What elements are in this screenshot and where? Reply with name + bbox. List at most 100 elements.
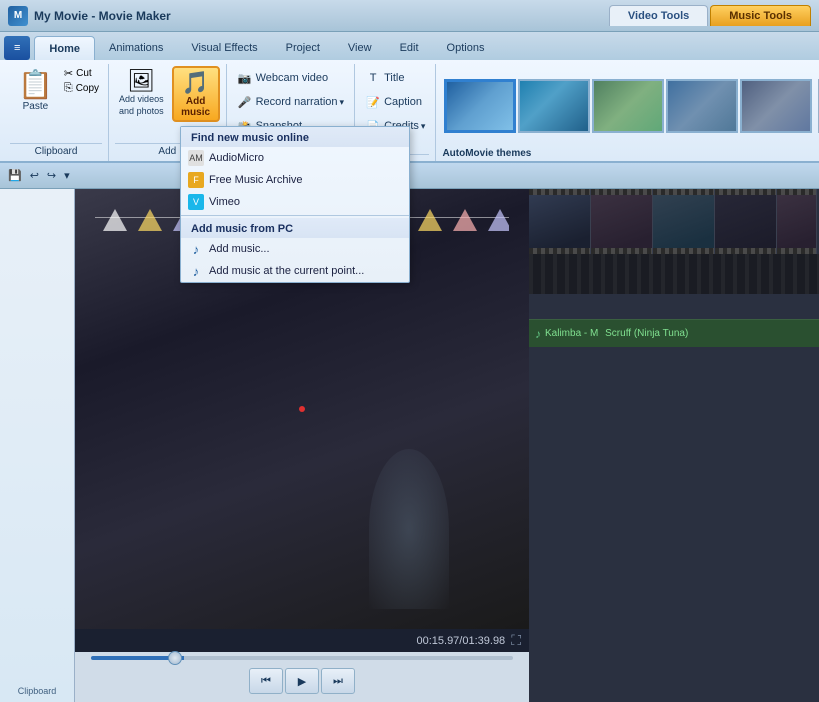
playback-controls: ⏮ ▶ ⏭ [75,664,529,702]
qa-save[interactable]: 💾 [4,167,26,184]
qa-undo[interactable]: ↩ [26,167,43,184]
app-icon: M [8,6,28,26]
qa-redo[interactable]: ↪ [43,167,60,184]
clipboard-group: 📋 Paste ✂ Cut ⎘ Copy Clipboard [4,64,109,161]
film-perforations [529,254,819,294]
caption-button[interactable]: 📝 Caption [361,92,429,112]
vimeo-item[interactable]: V Vimeo [181,191,409,213]
context-tabs: Video Tools Music Tools [609,5,811,26]
theme-thumb-4[interactable] [666,79,738,133]
add-music-icon: 🎵 [182,70,209,96]
tab-file[interactable]: ≡ [4,36,30,60]
fma-item[interactable]: F Free Music Archive [181,169,409,191]
theme-thumb-3[interactable] [592,79,664,133]
timeline-panel: ♪ Kalimba - M Scruff (Ninja Tuna) [529,189,819,702]
add-music-item[interactable]: ♪ Add music... [181,238,409,260]
cut-copy-col: ✂ Cut ⎘ Copy [61,66,102,96]
scrubber-thumb[interactable] [168,651,182,665]
theme-thumb-1[interactable] [444,79,516,133]
filmstrip-row-2 [529,254,819,294]
film-frame-1 [529,189,591,254]
timeline-filmstrip [529,189,819,319]
copy-icon: ⎘ [64,82,73,95]
film-frame-4 [715,189,777,254]
rewind-icon: ⏮ [261,675,271,688]
thumbnail-strip [440,66,818,146]
tab-animations[interactable]: Animations [95,36,177,60]
music-note-icon: ♪ [535,327,541,341]
theme-4-image [668,81,736,131]
title-bar: M My Movie - Movie Maker Video Tools Mus… [0,0,819,32]
figure-silhouette [369,449,449,609]
music-track-text: Kalimba - M Scruff (Ninja Tuna) [545,328,688,339]
cut-icon: ✂ [64,67,73,80]
theme-thumb-5[interactable] [740,79,812,133]
paste-label: Paste [23,101,49,112]
title-button[interactable]: T Title [361,68,429,88]
cut-button[interactable]: ✂ Cut [61,66,102,81]
rewind-button[interactable]: ⏮ [249,668,283,694]
film-frame-3 [653,189,715,254]
expand-icon[interactable]: ⛶ [511,632,521,649]
theme-thumb-2[interactable] [518,79,590,133]
film-frame-5 [777,189,817,254]
filmstrip-row [529,189,819,254]
time-text: 00:15.97/01:39.98 [416,635,505,647]
tab-view[interactable]: View [334,36,386,60]
center-dot [299,406,305,412]
fma-icon: F [187,171,205,189]
time-display: 00:15.97/01:39.98 ⛶ [75,629,529,652]
clipboard-buttons: 📋 Paste ✂ Cut ⎘ Copy [10,64,102,141]
theme-area: ▶ AutoMovie themes [436,64,819,161]
add-music-point-item[interactable]: ♪ Add music at the current point... [181,260,409,282]
theme-strip-row: ▶ [436,64,819,146]
theme-2-image [520,81,588,131]
webcam-icon: 📷 [237,70,253,86]
dropdown-menu: Find new music online AM AudioMicro F Fr… [180,126,410,283]
menu-divider [181,215,409,216]
tab-edit[interactable]: Edit [386,36,433,60]
film-frame-2 [591,189,653,254]
forward-button[interactable]: ⏭ [321,668,355,694]
theme-5-image [742,81,810,131]
add-from-pc-header: Add music from PC [181,218,409,238]
music-tools-tab[interactable]: Music Tools [710,5,811,26]
record-narration-button[interactable]: 🎤 Record narration ▾ [233,92,348,112]
paste-button[interactable]: 📋 Paste [10,66,61,114]
add-videos-icon: 🖼 [127,68,155,94]
clipboard-panel-label: Clipboard [18,686,57,698]
clipboard-panel: Clipboard [0,189,75,702]
paste-icon: 📋 [18,68,53,101]
add-videos-button[interactable]: 🖼 Add videos and photos [115,66,168,119]
forward-icon: ⏭ [333,675,343,688]
theme-3-image [594,81,662,131]
play-icon: ▶ [298,675,306,688]
theme-1-image [447,82,513,130]
scrubber-bar[interactable] [91,656,513,660]
qa-more[interactable]: ▾ [60,167,74,184]
tab-options[interactable]: Options [433,36,499,60]
vimeo-icon: V [187,193,205,211]
automovie-label: AutoMovie themes [436,146,819,161]
scrubber-area [75,652,529,664]
caption-icon: 📝 [365,94,381,110]
add-music-point-icon: ♪ [187,262,205,280]
audiomicro-icon: AM [187,149,205,167]
title-icon: T [365,70,381,86]
tab-home[interactable]: Home [34,36,95,60]
clipboard-label: Clipboard [10,143,102,157]
music-track: ♪ Kalimba - M Scruff (Ninja Tuna) [529,319,819,347]
record-icon: 🎤 [237,94,253,110]
copy-button[interactable]: ⎘ Copy [61,81,102,96]
webcam-button[interactable]: 📷 Webcam video [233,68,348,88]
play-button[interactable]: ▶ [285,668,319,694]
tab-row: ≡ Home Animations Visual Effects Project… [0,32,819,60]
audiomicro-item[interactable]: AM AudioMicro [181,147,409,169]
add-videos-label: Add videos and photos [119,94,164,117]
tab-project[interactable]: Project [272,36,334,60]
find-online-header: Find new music online [181,127,409,147]
video-tools-tab[interactable]: Video Tools [609,5,708,26]
tab-visual-effects[interactable]: Visual Effects [177,36,271,60]
add-music-button[interactable]: 🎵 Add music [172,66,220,122]
window-title: My Movie - Movie Maker [34,9,171,23]
